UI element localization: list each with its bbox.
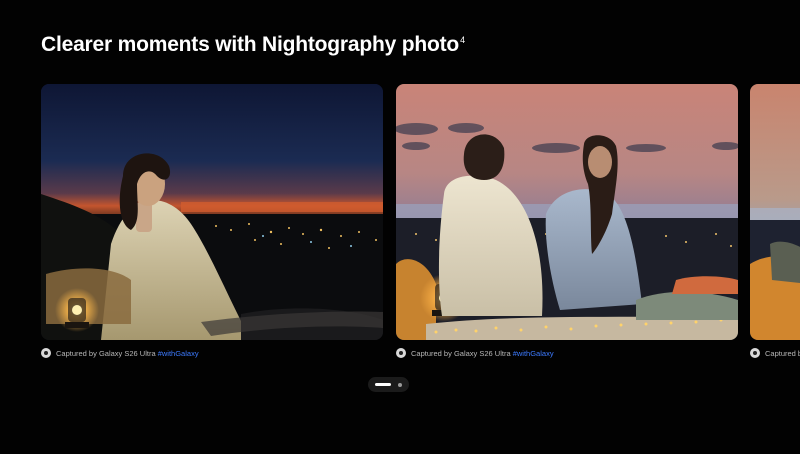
camera-lens-icon [396, 348, 406, 358]
photo-carousel[interactable]: Captured by Galaxy S26 Ultra #withGalaxy [0, 84, 800, 364]
camera-lens-icon [41, 348, 51, 358]
carousel-slide-3[interactable]: Captured by [750, 84, 800, 358]
section-title-text: Clearer moments with Nightography photo [41, 33, 460, 56]
slide-3-caption: Captured by [750, 348, 800, 358]
title-footnote[interactable]: 4 [460, 35, 465, 45]
caption-text: Captured by Galaxy S26 Ultra #withGalaxy [56, 349, 199, 358]
pagination-dot[interactable] [398, 382, 402, 387]
slide-3-photo [750, 84, 800, 340]
partial-photo-image [750, 84, 800, 340]
woman-at-dusk-image [41, 84, 383, 340]
slide-2-photo [396, 84, 738, 340]
slide-1-photo [41, 84, 383, 340]
section-title: Clearer moments with Nightography photo4 [41, 33, 465, 57]
pagination-dot-active[interactable] [375, 383, 391, 386]
couple-at-sunset-image [396, 84, 738, 340]
hashtag-link[interactable]: #withGalaxy [158, 349, 199, 358]
caption-prefix: Captured by Galaxy S26 Ultra [56, 348, 158, 358]
caption-text: Captured by Galaxy S26 Ultra #withGalaxy [411, 349, 554, 358]
hashtag-link[interactable]: #withGalaxy [513, 349, 554, 358]
slide-1-caption: Captured by Galaxy S26 Ultra #withGalaxy [41, 348, 199, 358]
carousel-pagination[interactable] [368, 377, 409, 392]
nightography-section: Clearer moments with Nightography photo4 [0, 0, 800, 454]
carousel-slide-1[interactable]: Captured by Galaxy S26 Ultra #withGalaxy [41, 84, 383, 358]
caption-prefix: Captured by [765, 348, 800, 358]
slide-2-caption: Captured by Galaxy S26 Ultra #withGalaxy [396, 348, 554, 358]
carousel-slide-2[interactable]: Captured by Galaxy S26 Ultra #withGalaxy [396, 84, 738, 358]
camera-lens-icon [750, 348, 760, 358]
caption-prefix: Captured by Galaxy S26 Ultra [411, 348, 513, 358]
